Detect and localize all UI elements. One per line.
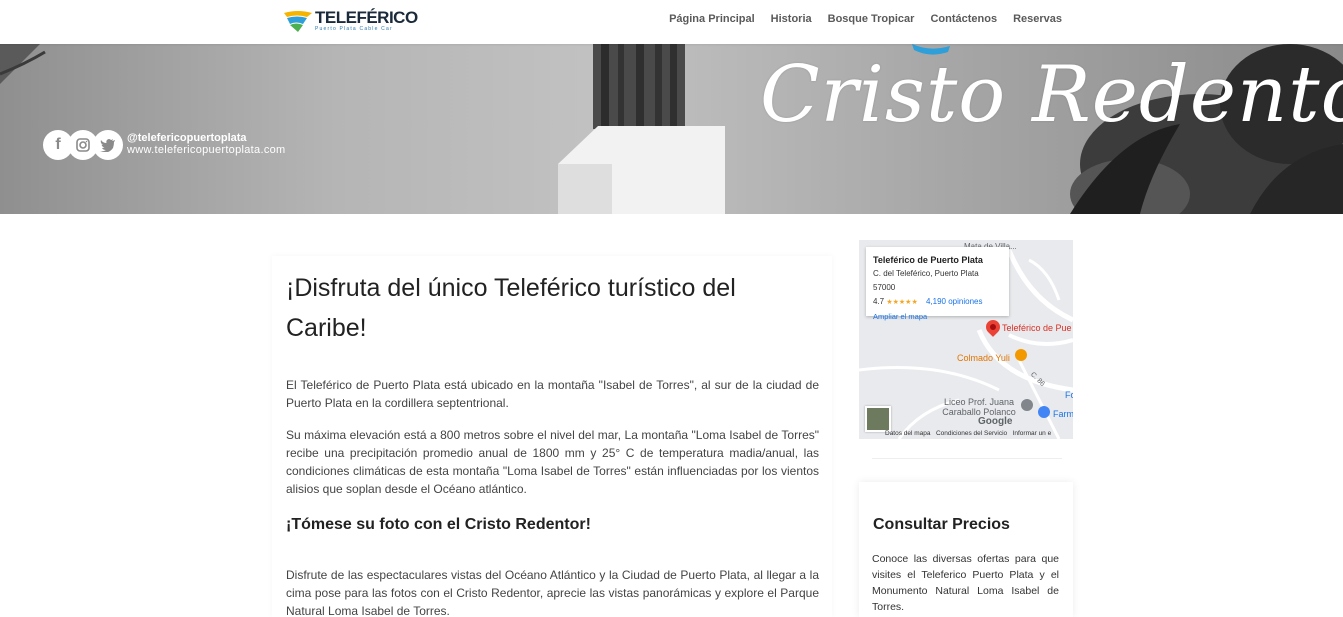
map-label-colmado: Colmado Yuli <box>957 353 1010 363</box>
nav-bosque-tropicar[interactable]: Bosque Tropicar <box>828 13 915 25</box>
prices-card: Consultar Precios Conoce las diversas of… <box>859 482 1073 617</box>
site-header: TELEFÉRICO Puerto Plata Cable Car Página… <box>0 0 1343 44</box>
rating-stars-icon: ★★★★★ <box>886 299 918 306</box>
map-label-farm: Farm <box>1053 409 1073 419</box>
map-place-name: Teleférico de Puerto Plata <box>873 255 983 265</box>
map-data-link[interactable]: Datos del mapa <box>885 430 931 437</box>
paragraph-elevation: Su máxima elevación está a 800 metros so… <box>286 428 819 496</box>
hero-script-title: Cristo Redentor <box>760 50 1343 140</box>
school-icon[interactable] <box>1021 399 1033 411</box>
logo-subtitle: Puerto Plata Cable Car <box>315 25 393 32</box>
map-enlarge-link[interactable]: Ampliar el mapa <box>873 310 1002 324</box>
subheading-cristo: ¡Tómese su foto con el Cristo Redentor! <box>286 516 591 533</box>
sidebar-divider <box>872 458 1062 459</box>
map-label-liceo: Liceo Prof. Juana Caraballo Polanco <box>942 397 1016 417</box>
google-map-embed[interactable]: Mata de Villa... Teleférico de Puerto Pl… <box>859 240 1073 439</box>
satellite-toggle-icon[interactable] <box>865 406 891 432</box>
map-rating: 4.7 <box>873 297 885 306</box>
main-title: ¡Disfruta del único Teleférico turístico… <box>286 274 736 342</box>
map-address: C. del Teleférico, Puerto Plata 57000 <box>873 269 979 292</box>
google-logo: Google <box>978 416 1013 427</box>
paragraph-location: El Teleférico de Puerto Plata está ubica… <box>286 378 819 410</box>
logo-mark-icon <box>283 7 313 33</box>
nav-pagina-principal[interactable]: Página Principal <box>669 13 755 25</box>
store-icon[interactable] <box>1015 349 1027 361</box>
map-report-link[interactable]: Informar un e <box>1013 430 1052 437</box>
social-links: f @telefericopuertoplata www.telefericop… <box>43 130 286 160</box>
map-label-edge: Fo <box>1065 390 1073 400</box>
paragraph-views: Disfrute de las espectaculares vistas de… <box>286 568 819 617</box>
nav-historia[interactable]: Historia <box>771 13 812 25</box>
pharmacy-icon[interactable] <box>1038 406 1050 418</box>
logo-title: TELEFÉRICO <box>315 7 418 27</box>
main-content-card: ¡Disfruta del único Teleférico turístico… <box>272 256 832 617</box>
map-reviews-link[interactable]: 4,190 opiniones <box>926 297 983 306</box>
map-info-box: Teleférico de Puerto Plata C. del Telefé… <box>866 247 1009 321</box>
map-pin-label: Teleférico de Pue <box>1002 323 1072 333</box>
map-terms-link[interactable]: Condiciones del Servicio <box>936 430 1007 437</box>
hero-banner: Cristo Redentor f @telefericopuertoplata… <box>0 44 1343 214</box>
prices-text: Conoce las diversas ofertas para que vis… <box>872 553 1059 613</box>
twitter-icon[interactable] <box>93 130 123 160</box>
prices-title[interactable]: Consultar Precios <box>873 516 1010 534</box>
main-nav: Página Principal Historia Bosque Tropica… <box>669 13 1062 25</box>
map-footer: Datos del mapa Condiciones del Servicio … <box>885 430 1051 437</box>
site-logo[interactable]: TELEFÉRICO Puerto Plata Cable Car <box>283 5 418 35</box>
nav-reservas[interactable]: Reservas <box>1013 13 1062 25</box>
nav-contactenos[interactable]: Contáctenos <box>930 13 997 25</box>
social-url: www.telefericopuertoplata.com <box>127 144 286 156</box>
